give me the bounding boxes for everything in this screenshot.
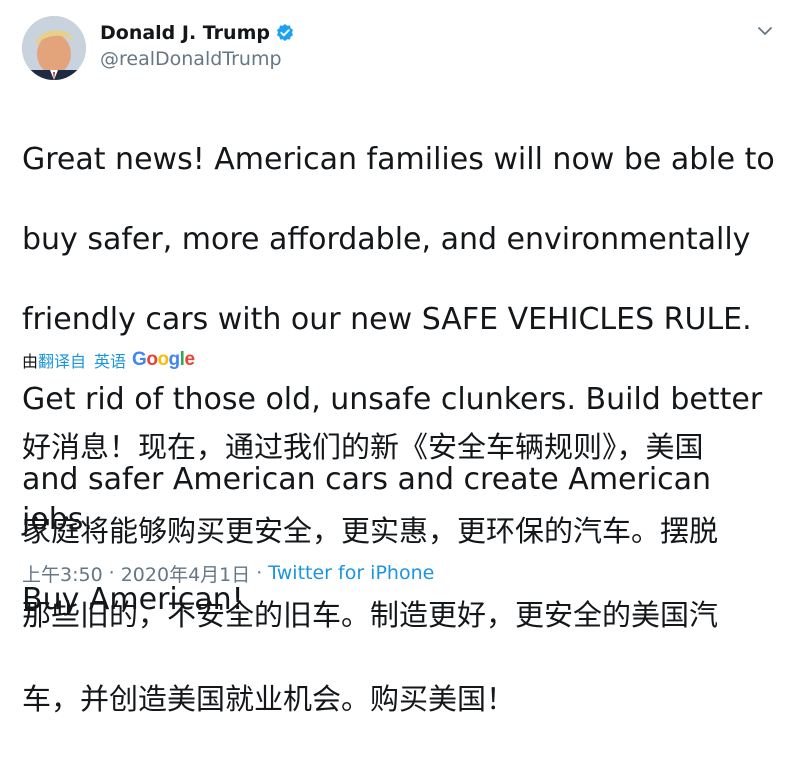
avatar[interactable] bbox=[22, 16, 86, 80]
translated-text-line: 那些旧的，不安全的旧车。制造更好，更安全的美国汽 bbox=[22, 598, 719, 632]
metadata-separator: · bbox=[256, 562, 263, 584]
translated-text-line: 家庭将能够购买更安全，更实惠，更环保的汽车。摆脱 bbox=[22, 514, 719, 548]
translated-text-line: 好消息！现在，通过我们的新《安全车辆规则》，美国 bbox=[22, 430, 704, 464]
avatar-image bbox=[22, 16, 86, 80]
verified-badge-icon bbox=[275, 23, 295, 43]
translated-text-line: 车，并创造美国就业机会。购买美国！ bbox=[22, 682, 516, 716]
google-logo: Google bbox=[132, 349, 195, 370]
tweet-time[interactable]: 上午3:50 bbox=[22, 560, 103, 587]
chevron-down-icon[interactable] bbox=[754, 20, 776, 42]
source-language-link[interactable]: 英语 bbox=[94, 348, 126, 372]
tweet-metadata: 上午3:50 · 2020年4月1日 · Twitter for iPhone bbox=[22, 560, 434, 586]
tweet-text-line: Great news! American families will now b… bbox=[22, 142, 775, 177]
author-block: Donald J. Trump @realDonaldTrump bbox=[100, 20, 295, 70]
tweet-text-line: buy safer, more affordable, and environm… bbox=[22, 222, 751, 257]
translation-prefix: 由 bbox=[22, 352, 39, 371]
metadata-separator: · bbox=[108, 562, 115, 584]
tweet-text-line: friendly cars with our new SAFE VEHICLES… bbox=[22, 302, 752, 337]
display-name[interactable]: Donald J. Trump bbox=[100, 22, 270, 44]
name-row: Donald J. Trump bbox=[100, 20, 295, 46]
translation-attribution: 由 翻译自 英语 Google bbox=[22, 348, 195, 372]
user-handle[interactable]: @realDonaldTrump bbox=[100, 48, 295, 70]
tweet-source-link[interactable]: Twitter for iPhone bbox=[268, 562, 434, 584]
tweet-date[interactable]: 2020年4月1日 bbox=[121, 560, 251, 587]
tweet-card: Donald J. Trump @realDonaldTrump Great n… bbox=[0, 0, 800, 716]
translated-from-link[interactable]: 翻译自 bbox=[38, 348, 86, 372]
